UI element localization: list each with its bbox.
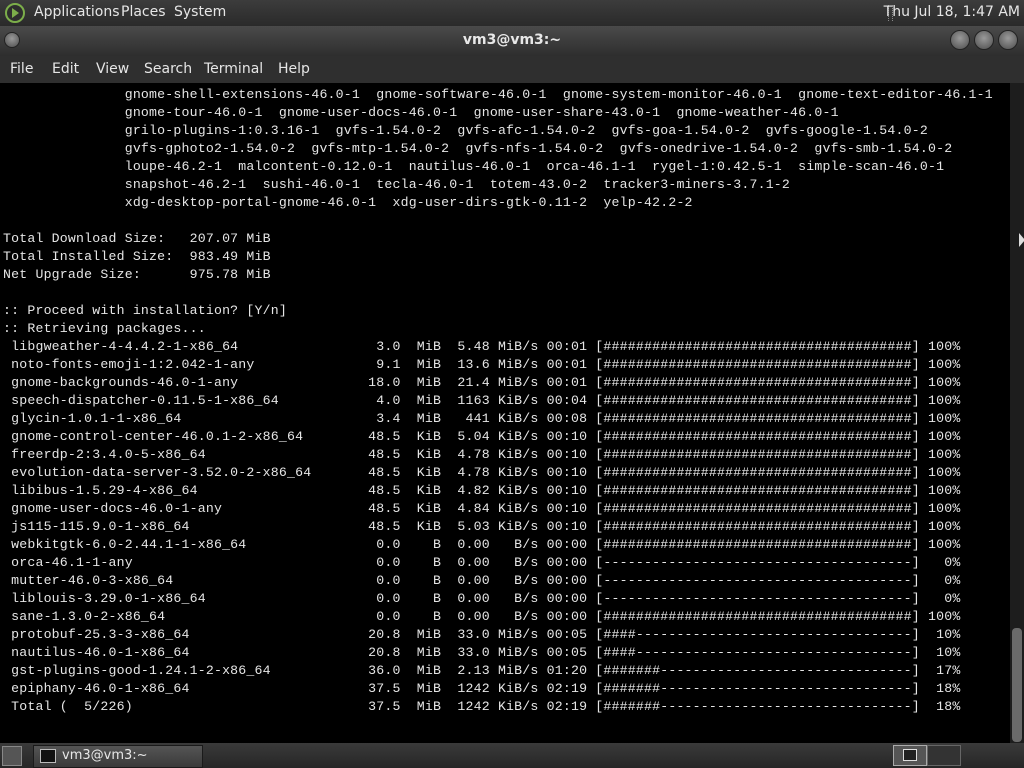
terminal-line: gnome-control-center-46.0.1-2-x86_64 48.… [3, 429, 961, 444]
distro-logo-icon[interactable] [5, 3, 25, 23]
terminal-output[interactable]: gnome-shell-extensions-46.0-1 gnome-soft… [0, 83, 1010, 743]
bottom-panel: vm3@vm3:~ [0, 743, 1024, 768]
terminal-icon [40, 749, 56, 763]
terminal-line: mutter-46.0-3-x86_64 0.0 B 0.00 B/s 00:0… [3, 573, 961, 588]
terminal-line: sane-1.3.0-2-x86_64 0.0 B 0.00 B/s 00:00… [3, 609, 961, 624]
terminal-line: freerdp-2:3.4.0-5-x86_64 48.5 KiB 4.78 K… [3, 447, 961, 462]
terminal-line: gvfs-gphoto2-1.54.0-2 gvfs-mtp-1.54.0-2 … [3, 141, 953, 156]
window-titlebar[interactable]: vm3@vm3:~ [0, 26, 1024, 56]
taskbar-window-label: vm3@vm3:~ [62, 748, 148, 763]
terminal-line: Net Upgrade Size: 975.78 MiB [3, 267, 271, 282]
terminal-line: glycin-1.0.1-1-x86_64 3.4 MiB 441 KiB/s … [3, 411, 961, 426]
menu-help[interactable]: Help [278, 61, 310, 77]
terminal-line: gnome-shell-extensions-46.0-1 gnome-soft… [3, 87, 993, 102]
terminal-line: speech-dispatcher-0.11.5-1-x86_64 4.0 Mi… [3, 393, 961, 408]
terminal-line: gnome-backgrounds-46.0-1-any 18.0 MiB 21… [3, 375, 961, 390]
workspace-1-button[interactable] [893, 745, 927, 766]
terminal-text: gnome-shell-extensions-46.0-1 gnome-soft… [0, 83, 1010, 716]
terminal-line: snapshot-46.2-1 sushi-46.0-1 tecla-46.0-… [3, 177, 791, 192]
top-panel: Applications Places System Thu Jul 18, 1… [0, 0, 1024, 26]
menu-file[interactable]: File [10, 61, 33, 77]
taskbar-window-button[interactable]: vm3@vm3:~ [33, 745, 203, 768]
terminal-line: orca-46.1-1-any 0.0 B 0.00 B/s 00:00 [--… [3, 555, 961, 570]
terminal-line: webkitgtk-6.0-2.44.1-1-x86_64 0.0 B 0.00… [3, 537, 961, 552]
workspace-window-icon [903, 749, 917, 761]
show-desktop-icon[interactable] [2, 746, 22, 766]
terminal-line: js115-115.9.0-1-x86_64 48.5 KiB 5.03 KiB… [3, 519, 961, 534]
terminal-line: protobuf-25.3-3-x86_64 20.8 MiB 33.0 MiB… [3, 627, 961, 642]
terminal-line: :: Retrieving packages... [3, 321, 206, 336]
terminal-line: xdg-desktop-portal-gnome-46.0-1 xdg-user… [3, 195, 693, 210]
terminal-line: libibus-1.5.29-4-x86_64 48.5 KiB 4.82 Ki… [3, 483, 961, 498]
scrollbar-thumb[interactable] [1012, 628, 1022, 742]
terminal-line: Total Installed Size: 983.49 MiB [3, 249, 271, 264]
minimize-button[interactable] [950, 30, 970, 50]
workspace-2-button[interactable] [927, 745, 961, 766]
terminal-scrollbar[interactable] [1010, 83, 1024, 743]
menu-search[interactable]: Search [144, 61, 192, 77]
close-button[interactable] [998, 30, 1018, 50]
terminal-line: grilo-plugins-1:0.3.16-1 gvfs-1.54.0-2 g… [3, 123, 928, 138]
places-menu[interactable]: Places [121, 4, 166, 20]
mouse-pointer-icon [1019, 233, 1024, 247]
window-title: vm3@vm3:~ [462, 32, 562, 48]
terminal-line: Total ( 5/226) 37.5 MiB 1242 KiB/s 02:19… [3, 699, 961, 714]
system-menu[interactable]: System [174, 4, 226, 20]
terminal-line: gst-plugins-good-1.24.1-2-x86_64 36.0 Mi… [3, 663, 961, 678]
terminal-line: noto-fonts-emoji-1:2.042-1-any 9.1 MiB 1… [3, 357, 961, 372]
applications-menu[interactable]: Applications [34, 4, 120, 20]
menu-terminal[interactable]: Terminal [204, 61, 263, 77]
maximize-button[interactable] [974, 30, 994, 50]
terminal-line: epiphany-46.0-1-x86_64 37.5 MiB 1242 KiB… [3, 681, 961, 696]
panel-clock[interactable]: Thu Jul 18, 1:47 AM [884, 4, 1020, 20]
terminal-line: gnome-user-docs-46.0-1-any 48.5 KiB 4.84… [3, 501, 961, 516]
terminal-menubar: File Edit View Search Terminal Help [0, 56, 1024, 83]
menu-view[interactable]: View [96, 61, 129, 77]
terminal-line: :: Proceed with installation? [Y/n] [3, 303, 287, 318]
terminal-line: gnome-tour-46.0-1 gnome-user-docs-46.0-1… [3, 105, 839, 120]
terminal-line: loupe-46.2-1 malcontent-0.12.0-1 nautilu… [3, 159, 945, 174]
terminal-line: nautilus-46.0-1-x86_64 20.8 MiB 33.0 MiB… [3, 645, 961, 660]
terminal-line: evolution-data-server-3.52.0-2-x86_64 48… [3, 465, 961, 480]
terminal-line: Total Download Size: 207.07 MiB [3, 231, 271, 246]
terminal-line: libgweather-4-4.4.2-1-x86_64 3.0 MiB 5.4… [3, 339, 961, 354]
terminal-line: liblouis-3.29.0-1-x86_64 0.0 B 0.00 B/s … [3, 591, 961, 606]
menu-edit[interactable]: Edit [52, 61, 79, 77]
